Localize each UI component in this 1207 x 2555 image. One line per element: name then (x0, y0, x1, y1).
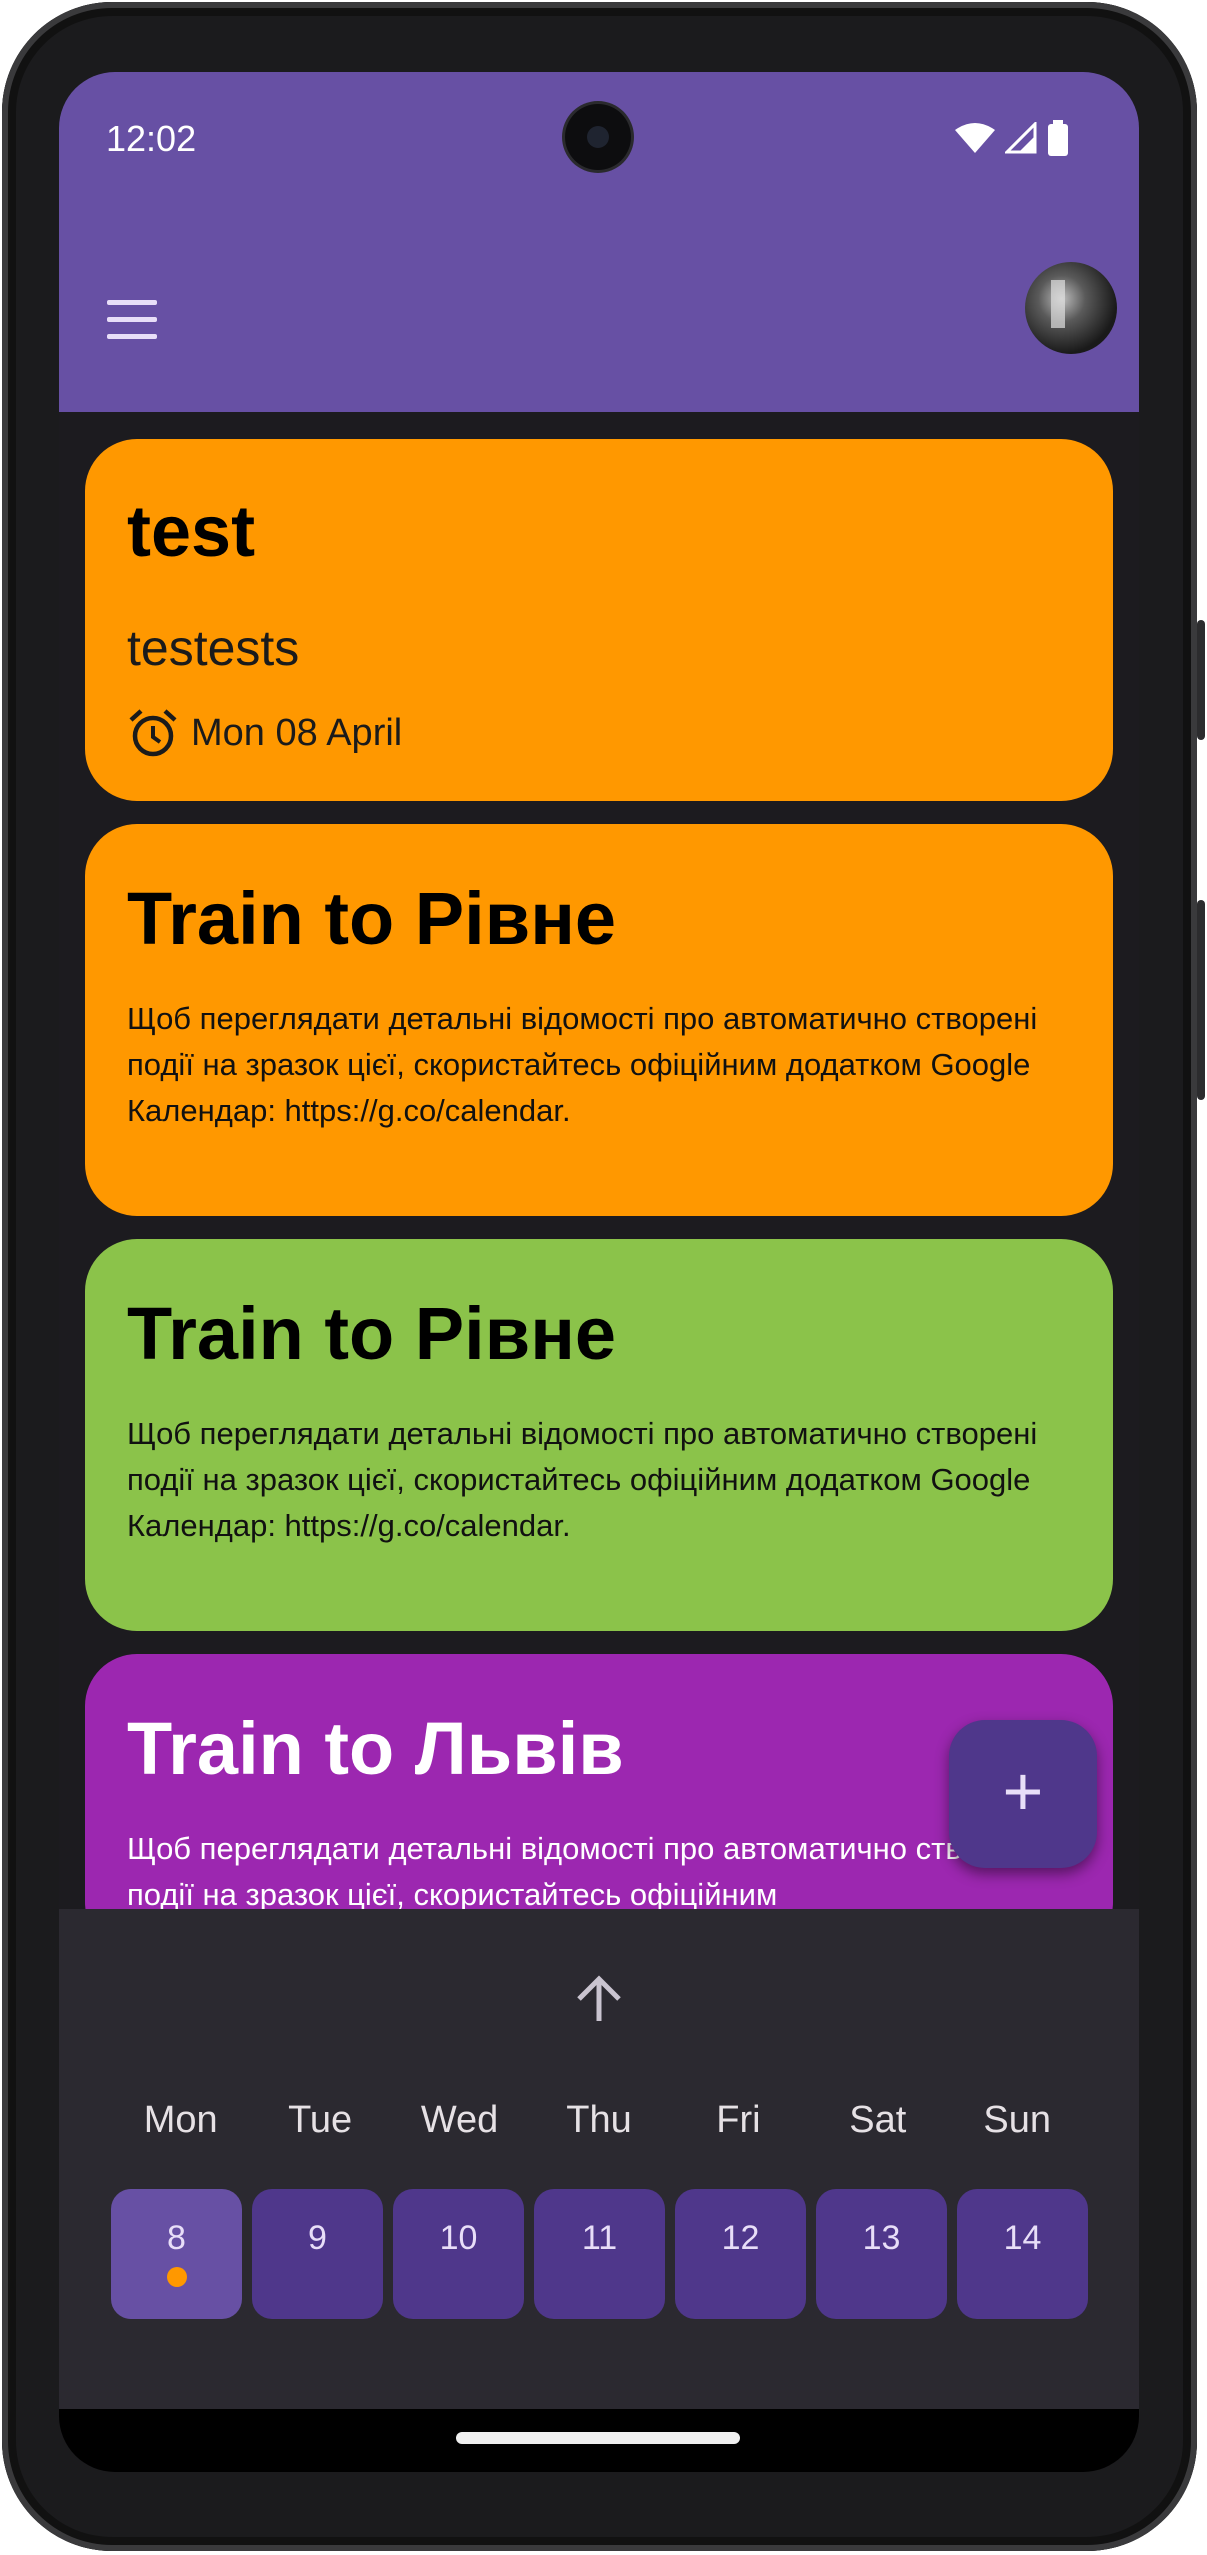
weekday-label: Mon (143, 2099, 218, 2141)
arrow-up-icon[interactable] (569, 1969, 629, 2029)
camera-cutout (565, 104, 631, 170)
phone-frame: 12:02 test testests Mon 08 April Train t… (2, 2, 1197, 2551)
weekday-label: Thu (566, 2099, 632, 2141)
avatar[interactable] (1025, 262, 1117, 354)
screen: 12:02 test testests Mon 08 April Train t… (59, 72, 1139, 2472)
date-chip[interactable]: 12 (675, 2189, 806, 2319)
add-event-button[interactable]: + (949, 1720, 1097, 1868)
status-time: 12:02 (106, 118, 197, 159)
week-panel: Mon Tue Wed Thu Fri Sat Sun 8 9 10 11 12… (59, 1909, 1139, 2409)
date-number: 12 (721, 2219, 760, 2257)
event-description: Щоб переглядати детальні відомості про а… (127, 1001, 1038, 1128)
weekday-labels: Mon Tue Wed Thu Fri Sat Sun (111, 2099, 1087, 2142)
date-chip[interactable]: 10 (393, 2189, 524, 2319)
date-number: 10 (439, 2219, 478, 2257)
home-indicator[interactable] (456, 2432, 740, 2444)
weekday-label: Fri (716, 2099, 761, 2141)
event-card[interactable]: test testests Mon 08 April (85, 439, 1113, 801)
weekday-label: Wed (420, 2099, 499, 2141)
event-title: Train to Рівне (127, 877, 617, 960)
volume-button (1197, 900, 1205, 1100)
alarm-clock-icon (129, 709, 177, 757)
date-chips: 8 9 10 11 12 13 14 (111, 2189, 1088, 2319)
event-dot (167, 2267, 187, 2287)
event-date-row: Mon 08 April (127, 707, 402, 759)
signal-icon (1005, 122, 1037, 154)
date-chip[interactable]: 14 (957, 2189, 1088, 2319)
date-chip-selected[interactable]: 8 (111, 2189, 242, 2319)
event-title: Train to Рівне (127, 1292, 617, 1375)
gesture-nav-bar (59, 2409, 1139, 2472)
event-title: Train to Львів (127, 1707, 624, 1790)
menu-icon-line (107, 334, 157, 339)
weekday-label: Sun (983, 2099, 1052, 2141)
menu-button[interactable] (105, 292, 161, 348)
event-card[interactable]: Train to Рівне Щоб переглядати детальні … (85, 1239, 1113, 1631)
date-number: 14 (1003, 2219, 1042, 2257)
event-card[interactable]: Train to Рівне Щоб переглядати детальні … (85, 824, 1113, 1216)
event-title: test (127, 492, 256, 572)
event-date: Mon 08 April (191, 711, 403, 754)
date-chip[interactable]: 13 (816, 2189, 947, 2319)
date-number: 8 (167, 2219, 186, 2257)
event-subtitle: testests (127, 620, 300, 676)
date-number: 9 (308, 2219, 327, 2257)
date-chip[interactable]: 9 (252, 2189, 383, 2319)
date-number: 11 (581, 2219, 618, 2257)
wifi-icon (955, 123, 995, 153)
status-icons (955, 120, 1069, 156)
event-description: Щоб переглядати детальні відомості про а… (127, 1831, 1038, 1912)
menu-icon (107, 300, 157, 305)
top-app-bar: 12:02 (59, 72, 1139, 412)
side-button (1197, 620, 1205, 740)
weekday-label: Tue (288, 2099, 353, 2141)
menu-icon-line (107, 317, 157, 322)
date-number: 13 (862, 2219, 901, 2257)
battery-icon (1048, 120, 1068, 156)
date-chip[interactable]: 11 (534, 2189, 665, 2319)
event-description: Щоб переглядати детальні відомості про а… (127, 1416, 1038, 1543)
weekday-label: Sat (849, 2099, 907, 2141)
